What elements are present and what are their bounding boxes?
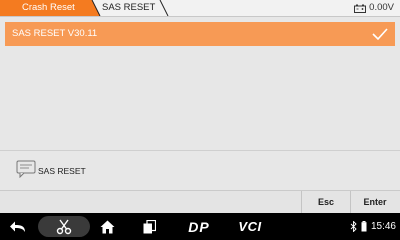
info-panel: SAS RESET [0, 150, 400, 190]
battery-icon [361, 221, 367, 232]
checkmark-icon [372, 28, 388, 41]
breadcrumb-label: Crash Reset [22, 2, 75, 13]
breadcrumb-crash-reset[interactable]: Crash Reset [0, 0, 100, 16]
esc-button[interactable]: Esc [301, 191, 350, 213]
enter-button[interactable]: Enter [350, 191, 399, 213]
system-nav-bar: DP VCI 15:46 [0, 213, 400, 240]
clock-time: 15:46 [370, 221, 396, 232]
screenshot-button[interactable] [52, 213, 76, 240]
menu-item-sas-reset[interactable]: SAS RESET V30.11 [5, 22, 395, 46]
menu-item-label: SAS RESET V30.11 [12, 28, 98, 39]
recent-apps-icon [143, 219, 156, 233]
dp-button[interactable]: DP [182, 213, 216, 240]
battery-status: 0.00V [354, 0, 394, 16]
bluetooth-icon [350, 221, 357, 232]
recent-apps-button[interactable] [138, 213, 160, 240]
car-battery-icon [354, 4, 367, 13]
action-bar: Esc Enter [0, 190, 400, 213]
home-button[interactable] [96, 213, 118, 240]
home-icon [100, 220, 114, 233]
vci-button[interactable]: VCI [232, 213, 268, 240]
content-area [0, 50, 400, 150]
back-button[interactable] [6, 213, 30, 240]
breadcrumb-label: SAS RESET [102, 2, 156, 13]
battery-voltage: 0.00V [369, 2, 394, 13]
back-icon [10, 221, 25, 232]
breadcrumb-sas-reset[interactable]: SAS RESET [88, 0, 172, 16]
info-message: SAS RESET [38, 166, 86, 176]
status-area: 15:46 [350, 213, 396, 240]
dp-label: DP [188, 218, 210, 235]
scissors-icon [56, 219, 72, 234]
breadcrumb-bar: Crash Reset SAS RESET 0.00V [0, 0, 400, 17]
vci-label: VCI [238, 219, 262, 234]
message-icon [16, 160, 36, 178]
